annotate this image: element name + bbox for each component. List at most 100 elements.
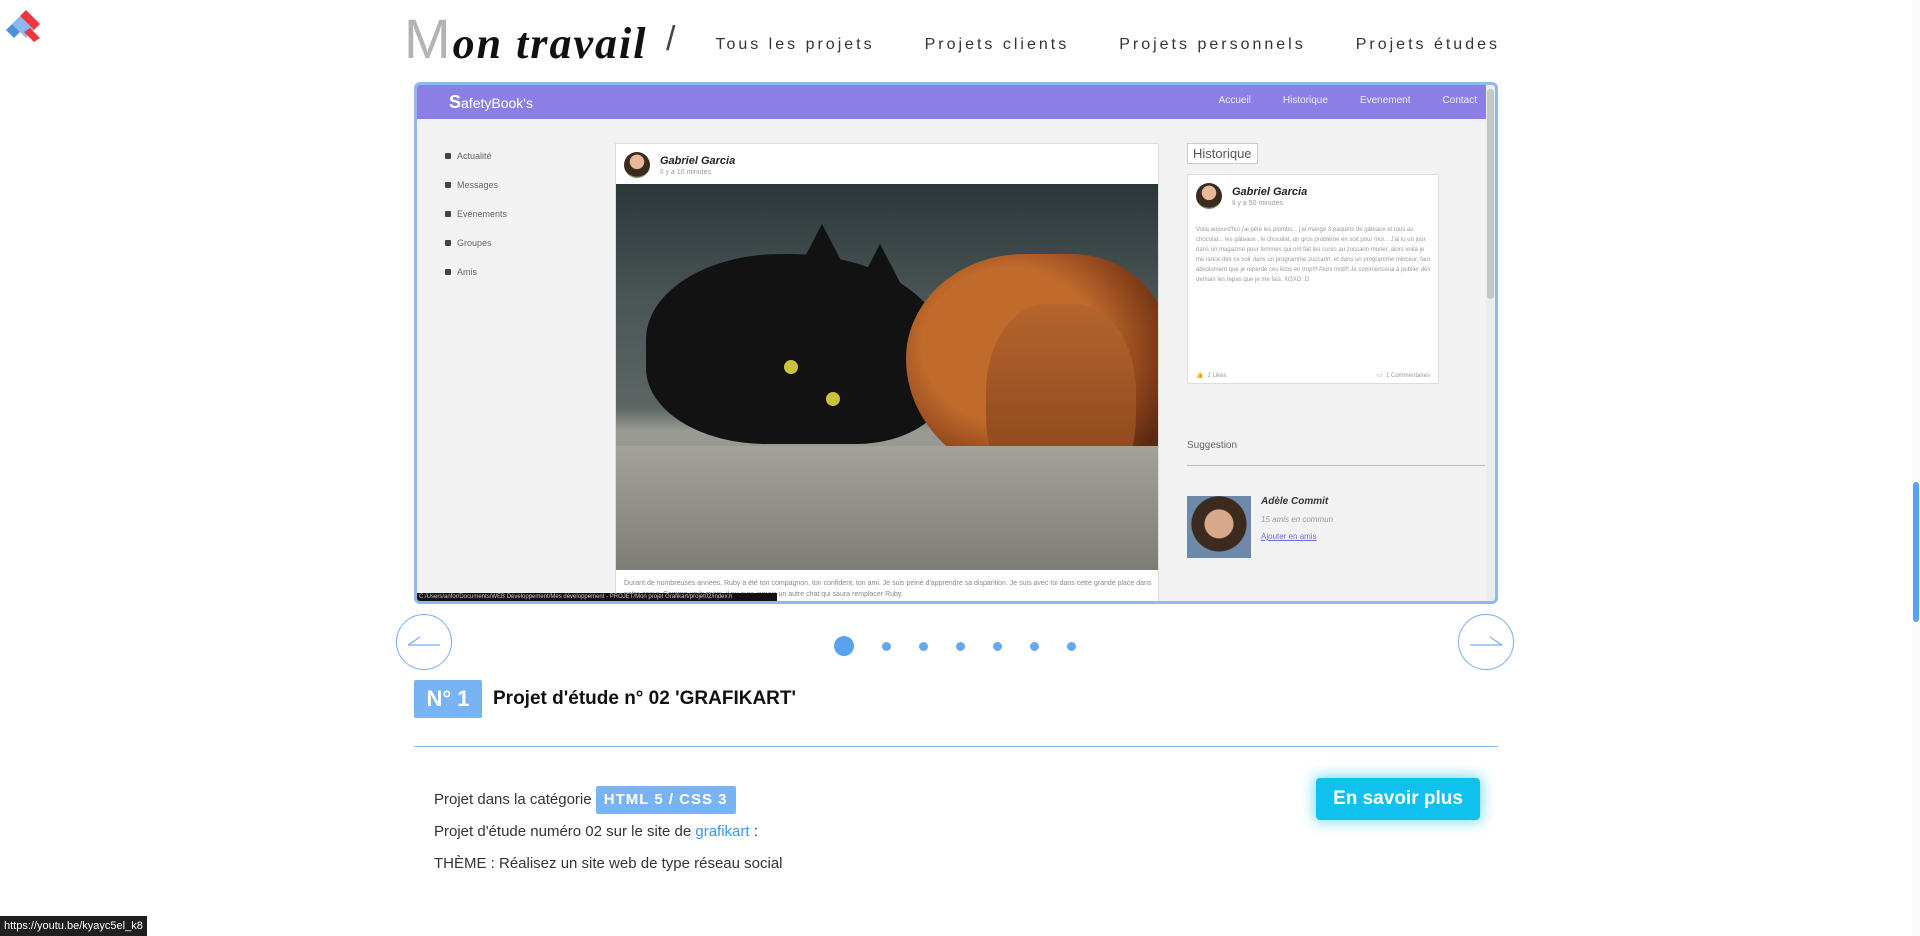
thumbs-up-icon: 👍 [1196,373,1204,379]
page-scrollbar[interactable] [1912,0,1920,936]
learn-more-button[interactable]: En savoir plus [1316,778,1480,820]
filter-all-projects[interactable]: Tous les projets [715,36,874,54]
project-category-line: Projet dans la catégorie HTML 5 / CSS 3 [434,784,783,816]
page-scrollbar-thumb[interactable] [1913,482,1919,622]
messages-icon [445,181,451,188]
preview-sidebar-label: Messages [457,179,499,190]
prev-slide-button[interactable] [396,614,452,670]
cat-ear-shape [796,224,848,274]
preview-post-author: Gabriel Garcia [660,154,736,167]
home-icon [445,152,451,159]
site-logo[interactable] [4,6,48,46]
stone-ledge [616,446,1158,570]
comment-icon: ▭ [1376,373,1382,379]
preview-nav-link: Evenement [1359,95,1411,106]
preview-sidebar-label: Groupes [457,237,492,248]
avatar [1196,183,1222,209]
status-bar-url: https://youtu.be/kyayc5el_k8 [0,916,147,936]
preview-nav-link: Historique [1282,95,1328,106]
project-site-prefix: Projet d'étude numéro 02 sur le site de [434,823,692,840]
preview-nav-links: Accueil Historique Evenement Contact [1219,95,1477,106]
preview-sidebar-item: Amis [445,257,507,286]
avatar [624,152,650,178]
preview-scrollbar-thumb [1487,89,1494,299]
filter-study-projects[interactable]: Projets études [1356,36,1500,54]
cat-and-dog-photo [616,184,1158,570]
preview-suggestion-item: Adèle Commit 15 amis en commun Ajouter e… [1187,496,1485,558]
preview-likes: 👍 2 Likes [1196,372,1227,380]
project-theme: THÈME : Réalisez un site web de type rés… [434,855,783,872]
page-title: Mon travail [404,6,647,71]
page-header: Mon travail / Tous les projets Projets c… [404,6,1500,70]
friends-icon [445,268,451,275]
project-info: Projet dans la catégorie HTML 5 / CSS 3 … [434,784,783,880]
slide-dot[interactable] [1067,641,1076,651]
project-category-tag: HTML 5 / CSS 3 [595,786,736,814]
arrow-left-icon [407,636,440,646]
preview-post-time: Il y a 10 minutes [660,168,711,176]
preview-nav-link: Accueil [1218,95,1251,106]
groups-icon [445,239,451,246]
preview-navbar: SafetyBook's Accueil Historique Evenemen… [417,85,1495,119]
preview-sidebar-label: Amis [457,266,477,277]
preview-history-card: Gabriel Garcia Il y a 50 minutes Voila a… [1187,174,1439,384]
preview-path-bar: C:/Users/anfor/Documents/WEB Développeme… [417,593,777,601]
project-number-badge: N° 1 [414,680,482,718]
preview-sidebar-item: Evénements [445,199,507,228]
preview-brand: SafetyBook's [449,92,533,113]
preview-sidebar-item: Messages [445,170,507,199]
preview-likes-count: 2 Likes [1207,372,1227,379]
arrow-right-icon [1470,636,1503,646]
preview-history-header: Gabriel Garcia Il y a 50 minutes [1196,183,1307,209]
project-site-line: Projet d'étude numéro 02 sur le site de … [434,816,783,848]
slide-pagination [834,636,1076,656]
preview-sidebar-label: Evénements [457,208,508,219]
preview-nav-link: Contact [1442,95,1477,106]
grafikart-link[interactable]: grafikart [695,823,749,840]
slide-dot[interactable] [956,641,965,651]
preview-history-text: Voila aujourd'hui j'ai pété les plombs..… [1196,227,1431,283]
preview-post-header: Gabriel Garcia Il y a 10 minutes [624,152,735,178]
project-title: Projet d'étude n° 02 'GRAFIKART' [493,688,797,709]
preview-scrollbar [1486,85,1495,601]
project-filters: Tous les projets Projets clients Projets… [715,36,1500,54]
cat-eye-shape [784,360,798,374]
cat-ear-shape [854,244,906,294]
preview-history-time: Il y a 50 minutes [1232,199,1283,207]
preview-right-column: Historique Gabriel Garcia Il y a 50 minu… [1187,143,1485,558]
preview-brand-initial: S [449,92,462,112]
preview-sidebar-item: Groupes [445,228,507,257]
divider [414,746,1498,747]
preview-suggestion-label: Suggestion [1187,440,1485,466]
preview-sidebar-item: Actualité [445,141,507,170]
preview-post-card: Gabriel Garcia Il y a 10 minutes Durant … [615,143,1159,601]
slide-dot[interactable] [834,636,854,656]
next-slide-button[interactable] [1458,614,1514,670]
slide-dot[interactable] [882,641,891,651]
suggestion-avatar [1187,496,1251,558]
preview-brand-text: afetyBook's [461,95,533,111]
project-category-prefix: Projet dans la catégorie [434,791,592,808]
preview-sidebar: Actualité Messages Evénements Groupes Am… [445,141,507,286]
filter-personal-projects[interactable]: Projets personnels [1119,36,1306,54]
slide-dot[interactable] [1030,641,1039,651]
preview-comments: ▭ 1 Commentaires [1376,372,1430,380]
title-text: on travail [452,19,648,68]
project-site-suffix: : [753,823,758,840]
title-slash: / [666,20,676,58]
slide-dot[interactable] [919,641,928,651]
logo-icon [6,10,40,42]
slide-dot[interactable] [993,641,1002,651]
project-preview-slide[interactable]: SafetyBook's Accueil Historique Evenemen… [414,82,1498,604]
suggestion-add-friend: Ajouter en amis [1261,532,1317,541]
suggestion-name: Adèle Commit [1261,496,1329,507]
suggestion-common-friends: 15 amis en commun [1261,515,1334,524]
preview-comments-count: 1 Commentaires [1385,372,1430,379]
preview-history-label: Historique [1187,143,1258,164]
preview-sidebar-label: Actualité [457,150,492,161]
preview-history-author: Gabriel Garcia [1232,185,1308,198]
cat-eye-shape [826,392,840,406]
title-initial: M [404,7,453,70]
calendar-icon [445,210,451,217]
filter-client-projects[interactable]: Projets clients [925,36,1070,54]
